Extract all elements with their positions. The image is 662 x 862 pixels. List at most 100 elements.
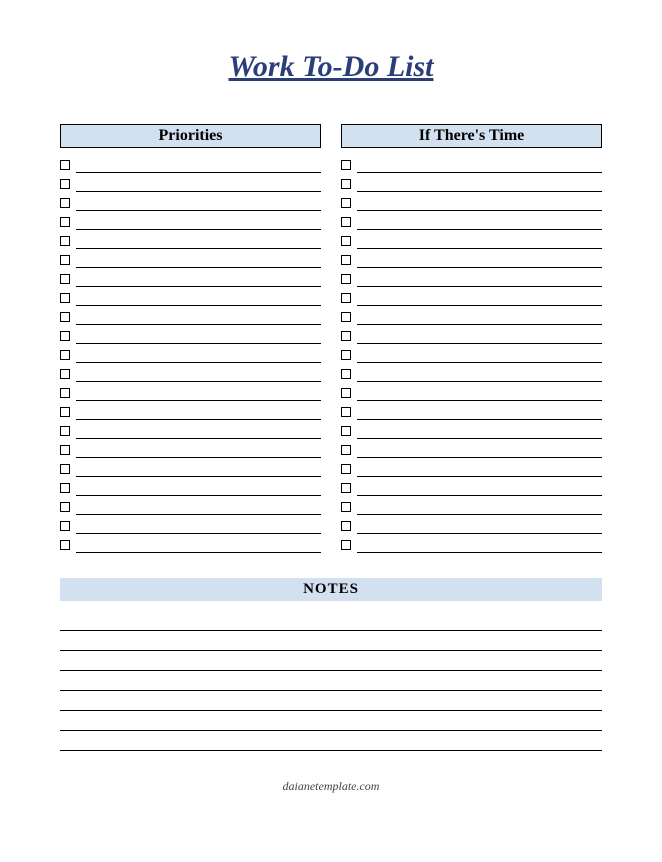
write-line[interactable] [76,211,321,230]
write-line[interactable] [357,420,602,439]
list-item[interactable] [60,515,321,534]
list-item[interactable] [341,496,602,515]
list-item[interactable] [60,458,321,477]
checkbox-icon[interactable] [60,445,70,455]
write-line[interactable] [76,325,321,344]
checkbox-icon[interactable] [341,502,351,512]
checkbox-icon[interactable] [60,407,70,417]
checkbox-icon[interactable] [341,331,351,341]
checkbox-icon[interactable] [341,293,351,303]
checkbox-icon[interactable] [60,236,70,246]
write-line[interactable] [357,458,602,477]
checkbox-icon[interactable] [341,198,351,208]
checkbox-icon[interactable] [341,483,351,493]
write-line[interactable] [357,211,602,230]
list-item[interactable] [60,287,321,306]
checkbox-icon[interactable] [60,502,70,512]
write-line[interactable] [76,154,321,173]
checkbox-icon[interactable] [60,255,70,265]
write-line[interactable] [76,287,321,306]
write-line[interactable] [76,230,321,249]
list-item[interactable] [341,268,602,287]
list-item[interactable] [341,420,602,439]
list-item[interactable] [60,401,321,420]
list-item[interactable] [341,439,602,458]
write-line[interactable] [76,306,321,325]
write-line[interactable] [76,534,321,553]
checkbox-icon[interactable] [60,350,70,360]
list-item[interactable] [341,211,602,230]
list-item[interactable] [60,382,321,401]
list-item[interactable] [60,534,321,553]
checkbox-icon[interactable] [341,388,351,398]
checkbox-icon[interactable] [341,445,351,455]
list-item[interactable] [60,325,321,344]
write-line[interactable] [357,230,602,249]
note-line[interactable] [60,651,602,671]
list-item[interactable] [60,192,321,211]
note-line[interactable] [60,631,602,651]
checkbox-icon[interactable] [341,236,351,246]
checkbox-icon[interactable] [341,540,351,550]
list-item[interactable] [341,192,602,211]
write-line[interactable] [357,306,602,325]
write-line[interactable] [357,173,602,192]
write-line[interactable] [357,496,602,515]
checkbox-icon[interactable] [60,179,70,189]
write-line[interactable] [357,287,602,306]
list-item[interactable] [341,515,602,534]
checkbox-icon[interactable] [341,312,351,322]
write-line[interactable] [76,515,321,534]
checkbox-icon[interactable] [60,274,70,284]
note-line[interactable] [60,731,602,751]
checkbox-icon[interactable] [341,426,351,436]
list-item[interactable] [341,230,602,249]
write-line[interactable] [357,534,602,553]
list-item[interactable] [60,477,321,496]
note-line[interactable] [60,671,602,691]
checkbox-icon[interactable] [341,160,351,170]
list-item[interactable] [60,211,321,230]
checkbox-icon[interactable] [60,521,70,531]
checkbox-icon[interactable] [341,464,351,474]
write-line[interactable] [357,192,602,211]
write-line[interactable] [357,268,602,287]
list-item[interactable] [341,401,602,420]
write-line[interactable] [76,420,321,439]
list-item[interactable] [341,325,602,344]
checkbox-icon[interactable] [341,521,351,531]
list-item[interactable] [60,439,321,458]
checkbox-icon[interactable] [60,483,70,493]
write-line[interactable] [357,325,602,344]
checkbox-icon[interactable] [60,217,70,227]
write-line[interactable] [76,477,321,496]
list-item[interactable] [60,249,321,268]
write-line[interactable] [357,439,602,458]
list-item[interactable] [341,306,602,325]
list-item[interactable] [60,420,321,439]
checkbox-icon[interactable] [341,274,351,284]
write-line[interactable] [76,249,321,268]
list-item[interactable] [60,230,321,249]
checkbox-icon[interactable] [341,407,351,417]
list-item[interactable] [341,363,602,382]
write-line[interactable] [76,268,321,287]
write-line[interactable] [76,439,321,458]
write-line[interactable] [76,458,321,477]
checkbox-icon[interactable] [60,540,70,550]
list-item[interactable] [341,382,602,401]
checkbox-icon[interactable] [341,179,351,189]
checkbox-icon[interactable] [60,198,70,208]
checkbox-icon[interactable] [341,350,351,360]
list-item[interactable] [60,344,321,363]
list-item[interactable] [341,154,602,173]
write-line[interactable] [357,363,602,382]
write-line[interactable] [357,401,602,420]
write-line[interactable] [76,363,321,382]
checkbox-icon[interactable] [60,160,70,170]
checkbox-icon[interactable] [60,293,70,303]
list-item[interactable] [341,287,602,306]
checkbox-icon[interactable] [341,255,351,265]
checkbox-icon[interactable] [60,369,70,379]
list-item[interactable] [341,249,602,268]
